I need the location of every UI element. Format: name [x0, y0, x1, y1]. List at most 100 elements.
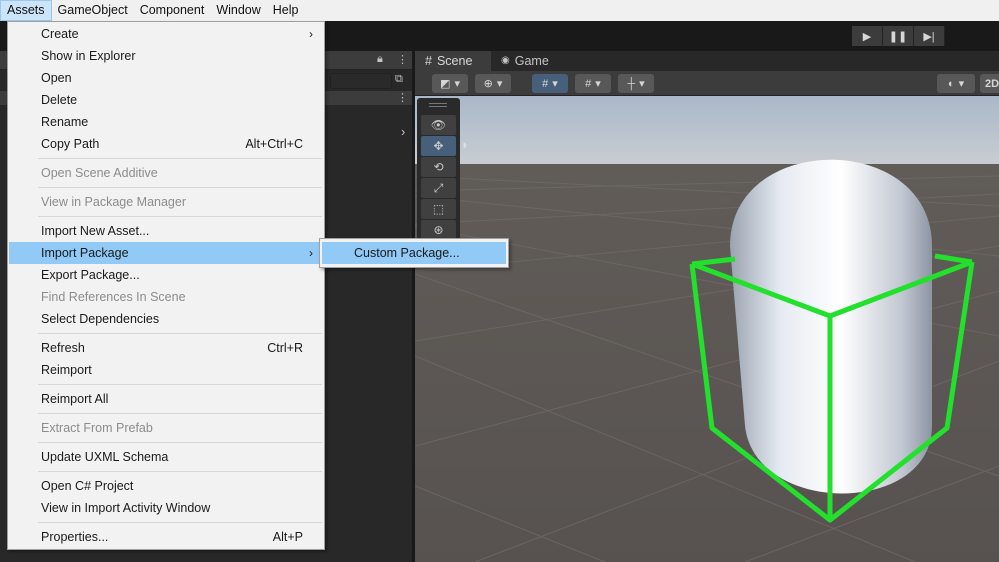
- lock-icon[interactable]: 🔒︎: [377, 53, 383, 66]
- menu-item-export-package[interactable]: Export Package...: [9, 264, 323, 286]
- scene-render: [415, 96, 999, 562]
- import-package-submenu: Custom Package...: [319, 238, 509, 268]
- menu-item-create[interactable]: Create ›: [9, 23, 323, 45]
- global-view-dropdown[interactable]: ⊕ ▾: [475, 74, 511, 93]
- menu-separator: [38, 187, 322, 188]
- menu-separator: [38, 413, 322, 414]
- menu-item-view-in-package-manager: View in Package Manager: [41, 195, 186, 209]
- menu-item-import-new-asset[interactable]: Import New Asset...: [9, 220, 323, 242]
- move-tool[interactable]: ✥: [421, 136, 456, 156]
- chevron-down-icon: ▾: [496, 78, 503, 90]
- menu-item-update-uxml-schema[interactable]: Update UXML Schema: [9, 446, 323, 468]
- tab-game[interactable]: ◉ Game: [491, 51, 559, 71]
- chevron-down-icon: ▾: [552, 78, 558, 90]
- menu-item-show-in-explorer[interactable]: Show in Explorer: [9, 45, 323, 67]
- eye-icon: 👁︎: [430, 118, 447, 132]
- menu-separator: [38, 442, 322, 443]
- shortcut-label: Alt+P: [272, 530, 303, 544]
- chevron-right-icon: ›: [309, 246, 313, 260]
- camera-icon: ◗: [461, 137, 469, 152]
- menu-item-open-csharp-project[interactable]: Open C# Project: [9, 475, 323, 497]
- transform-tool[interactable]: ⊛: [421, 220, 456, 240]
- globe-icon: ⊕: [483, 78, 493, 90]
- menu-separator: [38, 216, 322, 217]
- rect-icon: ⬚: [432, 202, 445, 216]
- step-button[interactable]: ▶|: [914, 26, 945, 46]
- tab-label: Scene: [436, 54, 473, 68]
- snap-increment-dropdown[interactable]: # ▾: [575, 74, 611, 93]
- menu-bar: Assets GameObject Component Window Help: [0, 0, 999, 21]
- menu-item-copy-path[interactable]: Copy Path Alt+Ctrl+C: [9, 133, 323, 155]
- kebab-menu-icon[interactable]: ⋮: [397, 53, 408, 66]
- menu-item-refresh[interactable]: Refresh Ctrl+R: [9, 337, 323, 359]
- chevron-down-icon: ▾: [958, 78, 965, 90]
- menu-item-reimport-all[interactable]: Reimport All: [9, 388, 323, 410]
- menu-item-properties[interactable]: Properties... Alt+P: [9, 526, 323, 548]
- menu-item-reimport[interactable]: Reimport: [9, 359, 323, 381]
- menu-separator: [38, 384, 322, 385]
- assets-menu: Create › Show in Explorer Open Delete Ren…: [7, 21, 325, 550]
- scene-viewport[interactable]: [415, 96, 999, 562]
- rect-tool[interactable]: ⬚: [421, 199, 456, 219]
- snap-icon: #: [585, 77, 592, 90]
- chevron-down-icon: ▾: [454, 78, 460, 90]
- tab-scene[interactable]: # Scene: [415, 51, 491, 71]
- chevron-right-icon[interactable]: ›: [401, 124, 405, 139]
- search-filter-icon[interactable]: ⧉: [395, 73, 403, 86]
- shortcut-label: Alt+Ctrl+C: [245, 137, 303, 151]
- scene-tab-bar: # Scene ◉ Game: [415, 51, 999, 71]
- menu-item-custom-package[interactable]: Custom Package...: [322, 242, 506, 264]
- menu-item-view-import-activity[interactable]: View in Import Activity Window: [9, 497, 323, 519]
- pause-icon: ❚❚: [888, 30, 908, 43]
- menu-separator: [38, 471, 322, 472]
- grid-snap-dropdown[interactable]: # ▾: [532, 74, 568, 93]
- menu-item-rename[interactable]: Rename: [9, 111, 323, 133]
- play-controls: ▶ ❚❚ ▶|: [852, 26, 945, 46]
- menu-separator: [38, 158, 322, 159]
- menu-window[interactable]: Window: [210, 0, 266, 21]
- menu-separator: [38, 522, 322, 523]
- rotate-tool[interactable]: ⟲: [421, 157, 456, 177]
- kebab-menu-icon[interactable]: ⋮: [397, 91, 408, 104]
- menu-item-select-dependencies[interactable]: Select Dependencies: [9, 308, 323, 330]
- grid-snap-icon: #: [542, 77, 549, 90]
- circle-icon: ◐: [947, 77, 955, 90]
- 2d-toggle[interactable]: 2D: [980, 74, 999, 93]
- step-icon: ▶|: [923, 30, 935, 43]
- transform-icon: ⊛: [433, 223, 444, 237]
- menu-item-import-package[interactable]: Import Package ›: [9, 242, 323, 264]
- chevron-down-icon: ▾: [595, 78, 601, 90]
- gamepad-icon: ◉: [501, 55, 510, 66]
- menu-item-find-references: Find References In Scene: [41, 290, 186, 304]
- menu-item-open[interactable]: Open: [9, 67, 323, 89]
- menu-help[interactable]: Help: [267, 0, 305, 21]
- menu-component[interactable]: Component: [134, 0, 211, 21]
- ruler-dropdown[interactable]: ┼ ▾: [618, 74, 654, 93]
- rotate-icon: ⟲: [433, 160, 444, 174]
- move-icon: ✥: [433, 139, 444, 153]
- panel-search-field[interactable]: [330, 73, 392, 89]
- menu-gameobject[interactable]: GameObject: [52, 0, 134, 21]
- view-tool[interactable]: 👁︎: [421, 115, 456, 135]
- chevron-right-icon: ›: [309, 27, 313, 41]
- draw-mode-dropdown[interactable]: ◩ ▾: [432, 74, 468, 93]
- visibility-dropdown[interactable]: ◐ ▾: [937, 74, 975, 93]
- menu-item-delete[interactable]: Delete: [9, 89, 323, 111]
- scene-toolbar: ◩ ▾ ⊕ ▾ # ▾ # ▾ ┼ ▾ ◐ ▾ 2D: [415, 71, 999, 96]
- scale-tool[interactable]: ⤢: [421, 178, 456, 198]
- tab-label: Game: [514, 54, 549, 68]
- pause-button[interactable]: ❚❚: [883, 26, 914, 46]
- play-icon: ▶: [862, 30, 872, 43]
- shortcut-label: Ctrl+R: [267, 341, 303, 355]
- menu-item-extract-from-prefab: Extract From Prefab: [41, 421, 153, 435]
- menu-separator: [38, 333, 322, 334]
- ruler-icon: ┼: [627, 77, 636, 90]
- menu-item-open-scene-additive: Open Scene Additive: [41, 166, 158, 180]
- menu-assets[interactable]: Assets: [0, 0, 52, 21]
- scale-icon: ⤢: [433, 180, 444, 195]
- drag-handle-icon[interactable]: [429, 103, 447, 107]
- play-button[interactable]: ▶: [852, 26, 883, 46]
- grid-icon: #: [425, 54, 432, 68]
- tool-palette: 👁︎ ✥ ⟲ ⤢ ⬚ ⊛: [417, 98, 460, 240]
- chevron-down-icon: ▾: [639, 78, 645, 90]
